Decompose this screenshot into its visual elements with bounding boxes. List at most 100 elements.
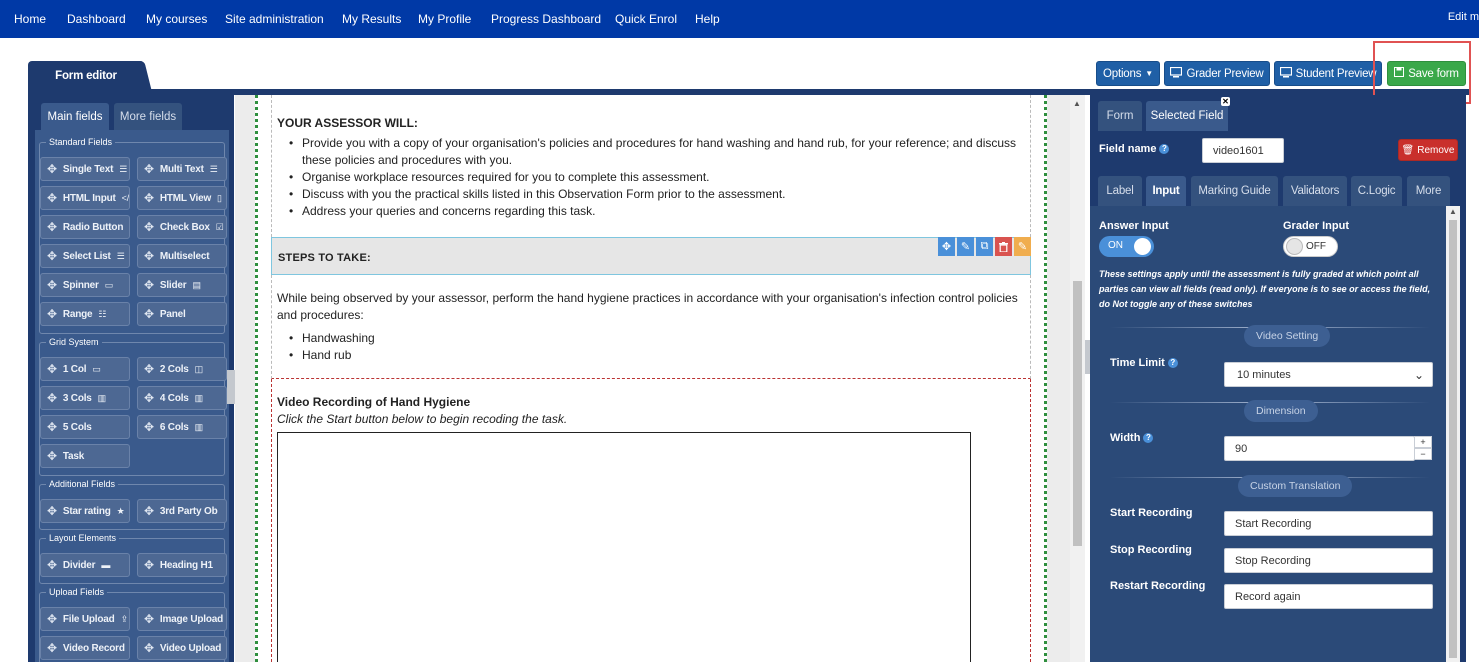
tab-selected-field[interactable]: Selected Field — [1146, 101, 1228, 131]
field-name-input[interactable]: video1601 — [1202, 138, 1284, 163]
move-icon: ✥ — [144, 307, 154, 321]
stop-recording-input[interactable]: Stop Recording — [1224, 548, 1433, 573]
nav-help[interactable]: Help — [695, 12, 720, 26]
move-icon[interactable]: ✥ — [938, 237, 955, 256]
info-icon: ? — [1167, 358, 1178, 369]
subtab-validators[interactable]: Validators — [1283, 176, 1347, 206]
edit-icon[interactable]: ✎ — [957, 237, 974, 256]
steps-heading-block[interactable]: STEPS TO TAKE: ✥ ✎ ⧉ ✎ — [271, 237, 1031, 275]
subtab-label[interactable]: Label — [1098, 176, 1142, 206]
field-star-rating[interactable]: ✥ Star rating ★ — [40, 499, 130, 523]
nav-my-profile[interactable]: My Profile — [418, 12, 471, 26]
decrement-icon[interactable]: − — [1414, 448, 1432, 460]
stop-recording-label: Stop Recording — [1110, 544, 1192, 556]
nav-site-administration[interactable]: Site administration — [225, 12, 324, 26]
answer-input-toggle[interactable]: ON — [1099, 236, 1154, 257]
input-settings: Answer Input ON Grader Input OFF These s… — [1090, 206, 1450, 662]
increment-icon[interactable]: + — [1414, 436, 1432, 448]
remove-button[interactable]: 🗑 Remove — [1398, 139, 1458, 161]
field-task[interactable]: ✥ Task — [40, 444, 130, 468]
field-range[interactable]: ✥ Range ☷ — [40, 302, 130, 326]
assessor-block[interactable]: YOUR ASSESSOR WILL: Provide you with a c… — [271, 95, 1031, 237]
video-setting-title: Video Setting — [1244, 325, 1331, 347]
field-heading-h1[interactable]: ✥ Heading H1 — [137, 553, 227, 577]
field-file-upload[interactable]: ✥ File Upload ⇪ — [40, 607, 130, 631]
steps-content-block[interactable]: While being observed by your assessor, p… — [271, 275, 1031, 379]
field-label: Video Upload — [159, 642, 222, 654]
width-stepper[interactable]: + − — [1414, 436, 1432, 461]
field-2-cols[interactable]: ✥ 2 Cols ◫ — [137, 357, 227, 381]
field-radio-button[interactable]: ✥ Radio Button — [40, 215, 130, 239]
grader-preview-button[interactable]: Grader Preview — [1164, 61, 1270, 86]
subtab-input[interactable]: Input — [1146, 176, 1186, 206]
cols-icon: ▭ — [92, 363, 101, 374]
remove-label: Remove — [1417, 144, 1455, 156]
move-icon: ✥ — [47, 558, 57, 572]
nav-my-courses[interactable]: My courses — [146, 12, 207, 26]
close-icon[interactable]: ✕ — [1221, 97, 1230, 106]
field-panel[interactable]: ✥ Panel — [137, 302, 227, 326]
field-image-upload[interactable]: ✥ Image Upload — [137, 607, 227, 631]
group-title: Additional Fields — [46, 479, 119, 489]
field-6-cols[interactable]: ✥ 6 Cols ▥ — [137, 415, 227, 439]
field-multiselect[interactable]: ✥ Multiselect — [137, 244, 227, 268]
field-html-view[interactable]: ✥ HTML View ▯ — [137, 186, 227, 210]
field-spinner[interactable]: ✥ Spinner ▭ — [40, 273, 130, 297]
trash-icon[interactable] — [995, 237, 1012, 256]
tab-form[interactable]: Form — [1098, 101, 1142, 131]
width-input[interactable]: 90 — [1224, 436, 1415, 461]
student-preview-button[interactable]: Student Preview — [1274, 61, 1382, 86]
grader-input-toggle[interactable]: OFF — [1283, 236, 1338, 257]
field-3rd-party-ob[interactable]: ✥ 3rd Party Ob — [137, 499, 227, 523]
subtab-c-logic[interactable]: C.Logic — [1351, 176, 1402, 206]
field-1-col[interactable]: ✥ 1 Col ▭ — [40, 357, 130, 381]
form-editor-tab[interactable]: Form editor — [28, 61, 144, 91]
field-3-cols[interactable]: ✥ 3 Cols ▥ — [40, 386, 130, 410]
scroll-thumb[interactable] — [1073, 281, 1082, 546]
field-4-cols[interactable]: ✥ 4 Cols ▥ — [137, 386, 227, 410]
video-frame[interactable] — [277, 432, 971, 662]
scroll-up-icon[interactable]: ▲ — [1073, 99, 1081, 108]
scroll-thumb[interactable] — [1449, 220, 1457, 658]
subtab-more[interactable]: More — [1407, 176, 1450, 206]
tab-main-fields[interactable]: Main fields — [41, 103, 109, 130]
subtab-marking-guide[interactable]: Marking Guide — [1191, 176, 1278, 206]
move-icon: ✥ — [144, 391, 154, 405]
edit-style-icon[interactable]: ✎ — [1014, 237, 1031, 256]
field-select-list[interactable]: ✥ Select List ☰ — [40, 244, 130, 268]
start-recording-label: Start Recording — [1110, 507, 1193, 519]
tab-more-fields[interactable]: More fields — [114, 103, 182, 130]
custom-translation-title: Custom Translation — [1238, 475, 1353, 497]
nav-dashboard[interactable]: Dashboard — [67, 12, 126, 26]
edit-mode-link[interactable]: Edit m — [1448, 11, 1479, 23]
restart-recording-input[interactable]: Record again — [1224, 584, 1433, 609]
start-recording-input[interactable]: Start Recording — [1224, 511, 1433, 536]
scroll-up-icon[interactable]: ▲ — [1449, 207, 1457, 216]
options-button[interactable]: Options ▼ — [1096, 61, 1160, 86]
field-video-upload[interactable]: ✥ Video Upload — [137, 636, 227, 660]
time-limit-select[interactable]: 10 minutes ⌄ — [1224, 362, 1433, 387]
copy-icon[interactable]: ⧉ — [976, 237, 993, 256]
canvas-scrollbar[interactable]: ▲ — [1070, 95, 1085, 662]
settings-scrollbar[interactable]: ▲ — [1446, 206, 1460, 662]
toggle-state: OFF — [1306, 241, 1326, 252]
list-item: Discuss with you the practical skills li… — [286, 186, 1026, 203]
field-video-record[interactable]: ✥ Video Record — [40, 636, 130, 660]
field-divider[interactable]: ✥ Divider ▬ — [40, 553, 130, 577]
left-splitter-handle[interactable] — [227, 370, 235, 404]
move-icon: ✥ — [144, 504, 154, 518]
field-check-box[interactable]: ✥ Check Box ☑ — [137, 215, 227, 239]
field-multi-text[interactable]: ✥ Multi Text ☰ — [137, 157, 227, 181]
field-single-text[interactable]: ✥ Single Text ☰ — [40, 157, 130, 181]
nav-quick-enrol[interactable]: Quick Enrol — [615, 12, 677, 26]
nav-my-results[interactable]: My Results — [342, 12, 401, 26]
nav-progress-dashboard[interactable]: Progress Dashboard — [491, 12, 601, 26]
field-5-cols[interactable]: ✥ 5 Cols — [40, 415, 130, 439]
field-label: Single Text — [62, 163, 114, 175]
nav-home[interactable]: Home — [14, 12, 46, 26]
field-html-input[interactable]: ✥ HTML Input </> — [40, 186, 130, 210]
list-icon: ☰ — [116, 250, 125, 261]
field-slider[interactable]: ✥ Slider ▤ — [137, 273, 227, 297]
video-recording-block[interactable]: Video Recording of Hand Hygiene Click th… — [271, 379, 1031, 662]
dash-icon: ▬ — [101, 560, 111, 570]
